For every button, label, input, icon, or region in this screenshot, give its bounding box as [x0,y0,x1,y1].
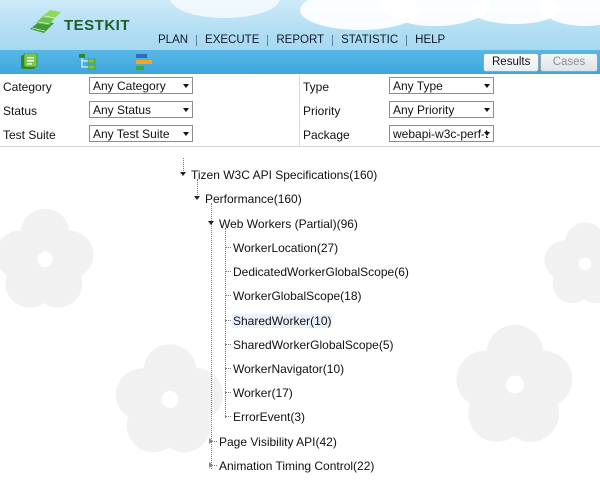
priority-value: Any Priority [393,103,455,117]
testkit-logo-icon [30,10,61,33]
priority-select[interactable]: Any Priority [389,101,494,118]
tree-view-icon[interactable] [78,53,98,71]
chevron-down-icon [484,132,490,136]
collapse-triangle-icon[interactable] [194,196,200,200]
test-tree-panel: Tizen W3C API Specifications(160) Perfor… [0,147,600,491]
tree-node-performance[interactable]: Performance(160) [205,192,302,206]
package-select[interactable]: webapi-w3c-perf-t [389,125,494,142]
nav-plan[interactable]: PLAN [150,34,196,46]
tree-connector [225,368,231,369]
category-label: Category [3,80,52,94]
collapse-triangle-icon[interactable] [180,172,186,176]
bar-chart-icon[interactable] [134,53,154,71]
tree-connector [225,295,231,296]
tree-leaf-selected[interactable]: SharedWorker(10) [232,314,333,328]
type-select[interactable]: Any Type [389,77,494,94]
test-suite-label: Test Suite [3,128,56,142]
nav-help[interactable]: HELP [407,34,453,46]
cases-button[interactable]: Cases [540,53,598,72]
type-value: Any Type [393,79,443,93]
results-button[interactable]: Results [483,53,540,72]
chevron-down-icon [484,84,490,88]
chevron-down-icon [183,84,189,88]
tree-node-root[interactable]: Tizen W3C API Specifications(160) [191,168,377,182]
tree-node-animation-timing[interactable]: Animation Timing Control(22) [219,459,374,473]
status-select[interactable]: Any Status [89,101,193,118]
tree-connector [225,344,231,345]
toolbar: Results Cases [0,50,600,74]
test-plan-icon[interactable] [19,53,39,71]
tree-node-page-visibility[interactable]: Page Visibility API(42) [219,435,337,449]
status-label: Status [3,104,38,118]
cloud-decoration [540,0,600,26]
nav-execute[interactable]: EXECUTE [197,34,267,46]
priority-label: Priority [303,104,341,118]
tree-connector [225,392,231,393]
tree-connector [225,320,231,321]
chevron-down-icon [484,108,490,112]
tree-leaf[interactable]: SharedWorkerGlobalScope(5) [233,338,394,352]
app-header: TESTKIT PLAN EXECUTE REPORT STATISTIC HE… [0,0,600,50]
tree-connector [225,228,226,418]
tree-leaf[interactable]: WorkerGlobalScope(18) [233,289,362,303]
tree-leaf[interactable]: DedicatedWorkerGlobalScope(6) [233,265,409,279]
type-label: Type [303,80,330,94]
filter-column-divider [299,74,300,146]
package-label: Package [303,128,350,142]
category-select[interactable]: Any Category [89,77,193,94]
chevron-down-icon [183,132,189,136]
tree-leaf[interactable]: WorkerLocation(27) [233,241,338,255]
top-navigation: PLAN EXECUTE REPORT STATISTIC HELP [150,33,453,47]
tree-connector [225,247,231,248]
chevron-down-icon [183,108,189,112]
package-value: webapi-w3c-perf-t [393,127,489,141]
cloud-decoration [170,0,280,18]
flower-watermark [0,208,94,308]
nav-statistic[interactable]: STATISTIC [333,34,406,46]
tree-leaf[interactable]: Worker(17) [233,386,293,400]
flower-watermark [456,324,573,442]
nav-report[interactable]: REPORT [268,34,332,46]
app-logo-text: TESTKIT [64,17,130,34]
test-suite-value: Any Test Suite [93,127,170,141]
category-value: Any Category [93,79,166,93]
filter-row-3: Test Suite Any Test Suite Package webapi… [0,122,600,147]
filter-row-1: Category Any Category Type Any Type [0,74,600,99]
expand-triangle-icon[interactable] [209,462,213,468]
status-value: Any Status [93,103,152,117]
tree-node-web-workers[interactable]: Web Workers (Partial)(96) [219,217,358,231]
tree-connector [211,203,212,469]
tree-connector [225,416,231,417]
flower-watermark [544,222,600,304]
tree-leaf[interactable]: ErrorEvent(3) [233,410,305,424]
collapse-triangle-icon[interactable] [208,221,214,225]
tree-connector [225,271,231,272]
test-suite-select[interactable]: Any Test Suite [89,125,193,142]
expand-triangle-icon[interactable] [209,438,213,444]
tree-leaf[interactable]: WorkerNavigator(10) [233,362,344,376]
filter-row-2: Status Any Status Priority Any Priority [0,98,600,123]
